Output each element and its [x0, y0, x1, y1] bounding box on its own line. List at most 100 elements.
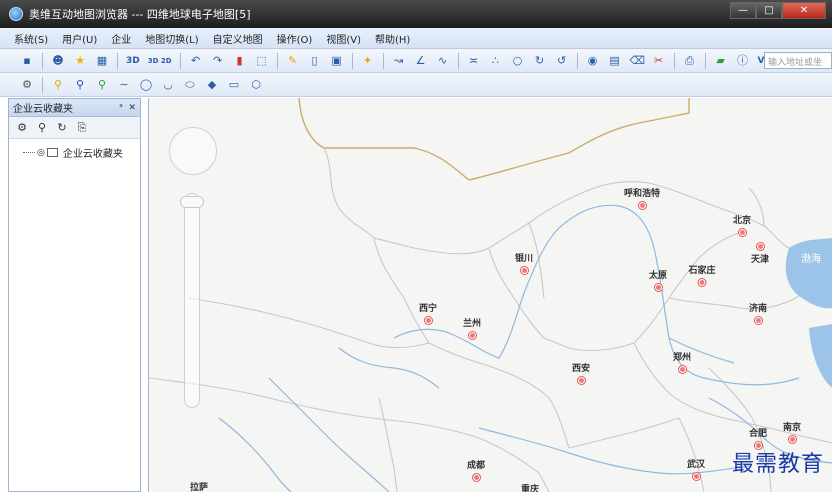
settings-gear-icon[interactable]: ⚙ — [20, 78, 34, 92]
save-icon[interactable]: ▪ — [20, 54, 34, 68]
city-marker-hohhot[interactable]: 呼和浩特 — [624, 186, 660, 209]
menu-map-switch[interactable]: 地图切换(L) — [145, 31, 198, 46]
3d-view-button[interactable]: 3D — [126, 56, 140, 66]
map-canvas[interactable]: 呼和浩特 北京 天津 银川 太原 石家庄 济南 西宁 兰州 西安 郑州 合肥 南… — [148, 98, 832, 492]
city-label: 呼和浩特 — [623, 189, 661, 199]
tree-item-enterprise-favorites[interactable]: ◎ 企业云收藏夹 — [9, 145, 140, 160]
pin-yellow-icon[interactable]: ⚲ — [51, 78, 65, 92]
menu-help[interactable]: 帮助(H) — [375, 31, 410, 46]
tree-connector — [23, 152, 35, 153]
rectangle-draw-icon[interactable]: ▭ — [227, 78, 241, 92]
panel-settings-icon[interactable]: ⚙ — [15, 121, 29, 135]
city-marker-yinchuan[interactable]: 银川 — [515, 251, 533, 274]
pin-panel-button[interactable]: ᵃ — [119, 103, 123, 113]
city-marker-jinan[interactable]: 济南 — [749, 301, 767, 324]
favorite-star-icon[interactable]: ★ — [73, 54, 87, 68]
circle-draw-icon[interactable]: ◯ — [139, 78, 153, 92]
city-marker-nanjing[interactable]: 南京 — [783, 420, 801, 443]
city-marker-zhengzhou[interactable]: 郑州 — [673, 350, 691, 373]
image-icon[interactable]: ▤ — [608, 54, 622, 68]
zoom-slider-track[interactable] — [184, 193, 200, 408]
menu-user[interactable]: 用户(U) — [62, 31, 97, 46]
diamond-draw-icon[interactable]: ◆ — [205, 78, 219, 92]
city-dot — [738, 229, 746, 236]
menu-view[interactable]: 视图(V) — [326, 31, 361, 46]
city-label: 西宁 — [418, 304, 438, 314]
layers-icon[interactable]: ▦ — [95, 54, 109, 68]
angle-icon[interactable]: ∠ — [414, 54, 428, 68]
city-marker-chengdu[interactable]: 成都 — [467, 458, 485, 481]
watermark-text: 最需教育 — [731, 452, 824, 477]
panel-attach-icon[interactable]: ⎘ — [75, 121, 89, 135]
pin-green-icon[interactable]: ⚲ — [95, 78, 109, 92]
menu-operation[interactable]: 操作(O) — [277, 31, 313, 46]
globe-icon[interactable]: ◉ — [586, 54, 600, 68]
menu-enterprise[interactable]: 企业 — [111, 31, 131, 46]
toolbar-separator — [457, 52, 459, 69]
select-box-icon[interactable]: ⬚ — [255, 54, 269, 68]
star-tool-icon[interactable]: ✦ — [361, 54, 375, 68]
user-icon[interactable]: ☻ — [51, 54, 65, 68]
2d-3d-toggle-button[interactable]: 3D 2D — [148, 57, 172, 65]
print-icon[interactable]: ⎙ — [683, 54, 697, 68]
city-marker-wuhan[interactable]: 武汉 — [687, 457, 705, 480]
main-toolbar: ▪ ☻ ★ ▦ 3D 3D 2D ↶ ↷ ▮ ⬚ ✎ ▯ ▣ ✦ ↝ ∠ ∿ ≍… — [0, 49, 832, 73]
city-marker-beijing[interactable]: 北京 — [733, 213, 751, 236]
undo-icon[interactable]: ↶ — [189, 54, 203, 68]
panel-title: 企业云收藏夹 — [13, 104, 73, 115]
city-marker-xian[interactable]: 西安 — [572, 361, 590, 384]
delete-icon[interactable]: ▮ — [233, 54, 247, 68]
city-label: 重庆 — [520, 485, 540, 492]
menu-custom-map[interactable]: 自定义地图 — [213, 31, 263, 46]
arc-draw-icon[interactable]: ◡ — [161, 78, 175, 92]
curve-icon[interactable]: ∿ — [436, 54, 450, 68]
info-icon[interactable]: ⓘ — [736, 54, 750, 68]
city-dot — [754, 317, 762, 324]
ruler-icon[interactable]: ▯ — [308, 54, 322, 68]
refresh-icon[interactable]: ↺ — [555, 54, 569, 68]
menu-system[interactable]: 系统(S) — [14, 31, 48, 46]
pin-blue-icon[interactable]: ⚲ — [73, 78, 87, 92]
ellipse-draw-icon[interactable]: ⬭ — [183, 78, 197, 92]
track-icon[interactable]: ≍ — [467, 54, 481, 68]
route-icon[interactable]: ↝ — [392, 54, 406, 68]
address-search-input[interactable]: 输入地址或坐 — [764, 52, 832, 69]
chat-icon[interactable]: ▰ — [714, 54, 728, 68]
city-marker-lhasa[interactable]: 拉萨 — [190, 480, 208, 492]
close-panel-button[interactable]: ✕ — [128, 103, 136, 113]
redo-icon[interactable]: ↷ — [211, 54, 225, 68]
scatter-icon[interactable]: ∴ — [489, 54, 503, 68]
freehand-line-icon[interactable]: ∼ — [117, 78, 131, 92]
toolbar-separator — [673, 52, 675, 69]
eraser-icon[interactable]: ⌫ — [630, 54, 646, 68]
city-marker-tianjin[interactable]: 天津 — [751, 240, 769, 265]
rotate-icon[interactable]: ↻ — [533, 54, 547, 68]
toolbar-separator — [276, 52, 278, 69]
frame-icon[interactable]: ▣ — [330, 54, 344, 68]
panel-toolbar: ⚙ ⚲ ↻ ⎘ — [9, 117, 140, 139]
maximize-button[interactable]: □ — [756, 2, 782, 19]
city-dot — [424, 317, 432, 324]
panel-sync-icon[interactable]: ↻ — [55, 121, 69, 135]
city-marker-shijiazhuang[interactable]: 石家庄 — [688, 263, 716, 286]
panel-search-icon[interactable]: ⚲ — [35, 121, 49, 135]
minimize-button[interactable]: — — [730, 2, 756, 19]
scissors-icon[interactable]: ✂ — [652, 54, 666, 68]
city-marker-taiyuan[interactable]: 太原 — [649, 268, 667, 291]
city-marker-lanzhou[interactable]: 兰州 — [463, 316, 481, 339]
polygon-draw-icon[interactable]: ⬡ — [249, 78, 263, 92]
visibility-eye-icon[interactable]: ◎ — [37, 148, 45, 158]
circle-tool-icon[interactable]: ○ — [511, 54, 525, 68]
city-marker-xining[interactable]: 西宁 — [419, 301, 437, 324]
city-dot — [788, 436, 796, 443]
close-button[interactable]: ✕ — [782, 2, 826, 19]
city-dot — [577, 377, 585, 384]
city-marker-chongqing[interactable]: 重庆 — [521, 482, 539, 492]
pencil-icon[interactable]: ✎ — [286, 54, 300, 68]
title-bar: 奥维互动地图浏览器 --- 四维地球电子地图[5] — □ ✕ — [0, 0, 832, 28]
city-label: 济南 — [748, 304, 768, 314]
compass-control[interactable] — [169, 127, 217, 175]
bohai-sea — [785, 238, 832, 309]
zoom-slider-knob[interactable] — [180, 196, 204, 208]
folder-icon — [46, 148, 58, 157]
